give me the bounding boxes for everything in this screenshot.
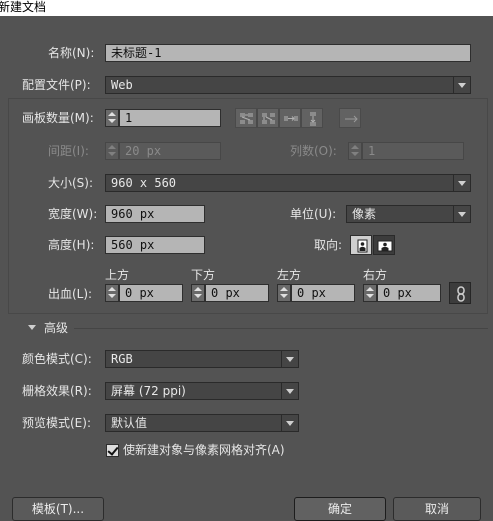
units-dropdown[interactable]: 像素 <box>346 205 471 223</box>
color-mode-dropdown[interactable]: RGB <box>105 350 299 368</box>
columns-stepper <box>348 142 362 160</box>
landscape-orientation-icon[interactable] <box>373 235 395 255</box>
width-input[interactable]: 960 px <box>105 205 205 223</box>
chevron-down-icon <box>453 206 470 222</box>
window-titlebar: 新建文档 <box>0 0 493 16</box>
bleed-top-input[interactable]: 0 px <box>119 284 183 302</box>
height-label: 高度(H): <box>48 238 95 252</box>
bleed-right-label: 右方 <box>363 268 388 282</box>
columns-label: 列数(O): <box>290 144 337 158</box>
preview-mode-value: 默认值 <box>111 416 148 430</box>
chevron-down-icon <box>281 415 298 431</box>
columns-input: 1 <box>362 142 464 160</box>
bleed-bottom-label: 下方 <box>191 268 216 282</box>
units-value: 像素 <box>352 207 377 221</box>
name-label: 名称(N): <box>48 46 95 60</box>
profile-label: 配置文件(P): <box>22 78 91 92</box>
bleed-label: 出血(L): <box>48 287 93 301</box>
size-value: 960 x 560 <box>111 176 177 190</box>
artboards-label: 画板数量(M): <box>22 111 94 125</box>
right-to-left-layout-icon[interactable] <box>339 108 361 128</box>
chevron-down-icon <box>453 175 470 191</box>
color-mode-label: 颜色模式(C): <box>22 352 92 366</box>
spacing-label: 间距(I): <box>48 144 89 158</box>
cancel-button[interactable]: 取消 <box>393 497 481 521</box>
profile-value: Web <box>111 78 133 92</box>
color-mode-value: RGB <box>111 352 133 366</box>
templates-button[interactable]: 模板(T)... <box>12 497 104 521</box>
artboards-input[interactable]: 1 <box>119 109 221 127</box>
advanced-toggle-icon[interactable] <box>28 325 36 330</box>
chevron-down-icon <box>281 383 298 399</box>
bleed-right-input[interactable]: 0 px <box>377 284 441 302</box>
chevron-down-icon <box>453 77 470 93</box>
width-label: 宽度(W): <box>48 207 98 221</box>
spacing-input: 20 px <box>119 142 221 160</box>
align-pixel-grid-checkbox[interactable] <box>106 444 119 457</box>
align-pixel-grid-label[interactable]: 使新建对象与像素网格对齐(A) <box>123 441 285 459</box>
advanced-label[interactable]: 高级 <box>44 319 68 337</box>
bleed-top-label: 上方 <box>105 268 130 282</box>
grid-by-column-icon[interactable] <box>257 108 279 128</box>
raster-effects-dropdown[interactable]: 屏幕 (72 ppi) <box>105 382 299 400</box>
bleed-top-stepper[interactable] <box>105 284 119 302</box>
artboards-stepper[interactable] <box>105 109 119 127</box>
preview-mode-dropdown[interactable]: 默认值 <box>105 414 299 432</box>
units-label: 单位(U): <box>290 207 337 221</box>
raster-effects-value: 屏幕 (72 ppi) <box>111 384 186 398</box>
raster-effects-label: 栅格效果(R): <box>22 384 92 398</box>
grid-by-row-icon[interactable] <box>235 108 257 128</box>
ok-button[interactable]: 确定 <box>294 497 386 521</box>
chevron-down-icon <box>281 351 298 367</box>
preview-mode-label: 预览模式(E): <box>22 416 91 430</box>
bleed-left-stepper[interactable] <box>277 284 291 302</box>
arrange-by-column-icon[interactable] <box>301 108 323 128</box>
arrange-by-row-icon[interactable] <box>279 108 301 128</box>
window-title: 新建文档 <box>0 0 47 14</box>
spacing-stepper <box>105 142 119 160</box>
bleed-bottom-input[interactable]: 0 px <box>205 284 269 302</box>
name-input[interactable]: 未标题-1 <box>105 44 471 62</box>
size-label: 大小(S): <box>48 176 94 190</box>
profile-dropdown[interactable]: Web <box>105 76 471 94</box>
orientation-label: 取向: <box>314 238 343 252</box>
link-chain-icon[interactable] <box>449 282 471 304</box>
size-dropdown[interactable]: 960 x 560 <box>105 174 471 192</box>
bleed-bottom-stepper[interactable] <box>191 284 205 302</box>
portrait-orientation-icon[interactable] <box>350 235 372 255</box>
advanced-divider <box>74 328 488 329</box>
bleed-right-stepper[interactable] <box>363 284 377 302</box>
bleed-left-input[interactable]: 0 px <box>291 284 355 302</box>
bleed-left-label: 左方 <box>277 268 302 282</box>
height-input[interactable]: 560 px <box>105 236 205 254</box>
